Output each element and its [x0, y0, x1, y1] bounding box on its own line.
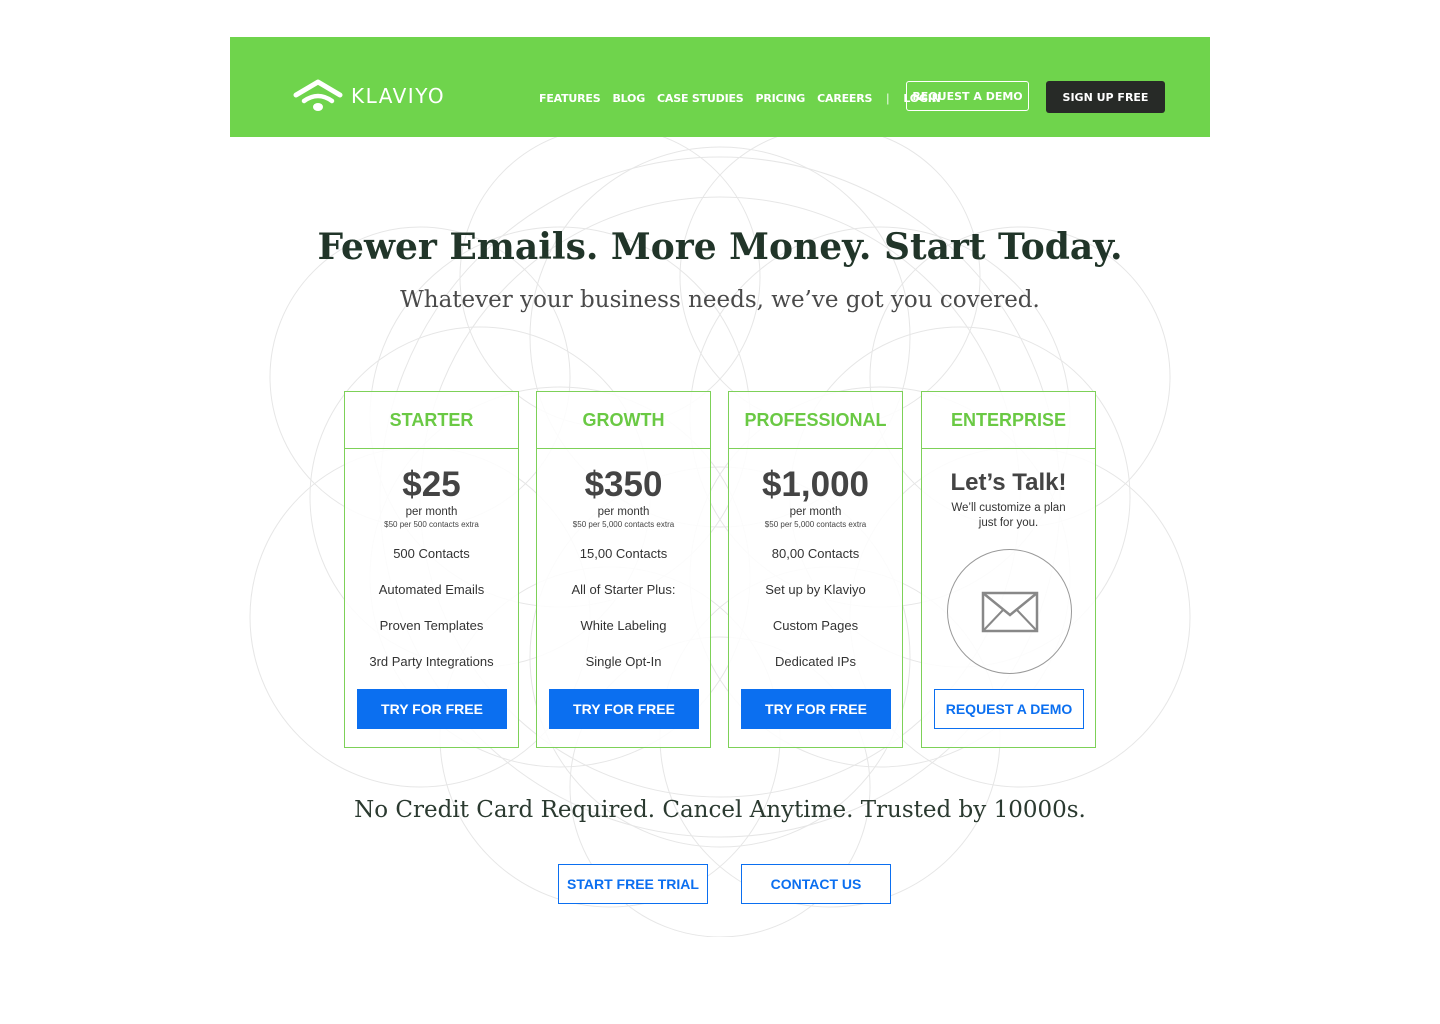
start-free-trial-button[interactable]: START FREE TRIAL — [558, 864, 708, 904]
nav-features[interactable]: FEATURES — [539, 92, 601, 105]
plan-name: PROFESSIONAL — [729, 392, 902, 449]
plan-extra-note: $50 per 500 contacts extra — [384, 520, 479, 529]
plan-feature: Single Opt-In — [585, 654, 662, 669]
plan-period: per month — [405, 506, 458, 518]
plan-extra-note: $50 per 5,000 contacts extra — [572, 520, 675, 529]
brand-name: KLAVIYO — [351, 84, 446, 108]
plan-feature: Automated Emails — [378, 582, 485, 597]
main-nav: FEATURES BLOG CASE STUDIES PRICING CAREE… — [539, 91, 953, 105]
plan-feature: Proven Templates — [379, 618, 484, 633]
plan-period: per month — [789, 506, 842, 518]
hero-title: Fewer Emails. More Money. Start Today. — [317, 226, 1123, 268]
request-demo-card-button[interactable]: REQUEST A DEMO — [934, 689, 1084, 729]
enterprise-description: We’ll customize a plan just for you. — [951, 502, 1066, 529]
plan-price: $25 — [402, 465, 461, 504]
envelope-icon-circle — [947, 549, 1072, 674]
plan-feature: Dedicated IPs — [775, 654, 856, 669]
klaviyo-logo[interactable]: KLAVIYO — [293, 79, 445, 113]
plan-card-professional: PROFESSIONAL $1,000 per month $50 per 5,… — [728, 391, 903, 748]
plan-card-starter: STARTER $25 per month $50 per 500 contac… — [344, 391, 519, 748]
plan-price: $350 — [584, 465, 663, 504]
plan-name: ENTERPRISE — [922, 392, 1095, 449]
plan-feature: 15,00 Contacts — [579, 546, 668, 561]
plan-feature: 3rd Party Integrations — [369, 654, 494, 669]
plan-feature: White Labeling — [580, 618, 667, 633]
plan-name: STARTER — [345, 392, 518, 449]
plan-extra-note: $50 per 5,000 contacts extra — [764, 520, 867, 529]
nav-careers[interactable]: CAREERS — [817, 92, 872, 105]
envelope-icon — [981, 591, 1038, 632]
plan-price: $1,000 — [761, 465, 870, 504]
plan-card-growth: GROWTH $350 per month $50 per 5,000 cont… — [536, 391, 711, 748]
trust-tagline: No Credit Card Required. Cancel Anytime.… — [354, 797, 1086, 823]
try-for-free-button[interactable]: TRY FOR FREE — [357, 689, 507, 729]
request-demo-button[interactable]: REQUEST A DEMO — [906, 81, 1029, 111]
try-for-free-button[interactable]: TRY FOR FREE — [549, 689, 699, 729]
hero-subtitle: Whatever your business needs, we’ve got … — [400, 287, 1040, 313]
contact-us-button[interactable]: CONTACT US — [741, 864, 891, 904]
plan-card-enterprise: ENTERPRISE Let’s Talk! We’ll customize a… — [921, 391, 1096, 748]
nav-pricing[interactable]: PRICING — [756, 92, 806, 105]
plan-feature: Custom Pages — [772, 618, 859, 633]
try-for-free-button[interactable]: TRY FOR FREE — [741, 689, 891, 729]
top-navigation-bar: KLAVIYO FEATURES BLOG CASE STUDIES PRICI… — [230, 37, 1210, 137]
plan-feature: 80,00 Contacts — [771, 546, 860, 561]
nav-separator: | — [886, 91, 890, 105]
wifi-logo-icon — [293, 79, 343, 111]
plan-period: per month — [597, 506, 650, 518]
enterprise-headline: Let’s Talk! — [950, 469, 1067, 496]
nav-case-studies[interactable]: CASE STUDIES — [657, 92, 744, 105]
nav-blog[interactable]: BLOG — [612, 92, 645, 105]
plan-feature: 500 Contacts — [393, 546, 470, 561]
sign-up-free-button[interactable]: SIGN UP FREE — [1046, 81, 1165, 113]
plan-name: GROWTH — [537, 392, 710, 449]
plan-feature: Set up by Klaviyo — [765, 582, 866, 597]
plan-feature: All of Starter Plus: — [571, 582, 676, 597]
